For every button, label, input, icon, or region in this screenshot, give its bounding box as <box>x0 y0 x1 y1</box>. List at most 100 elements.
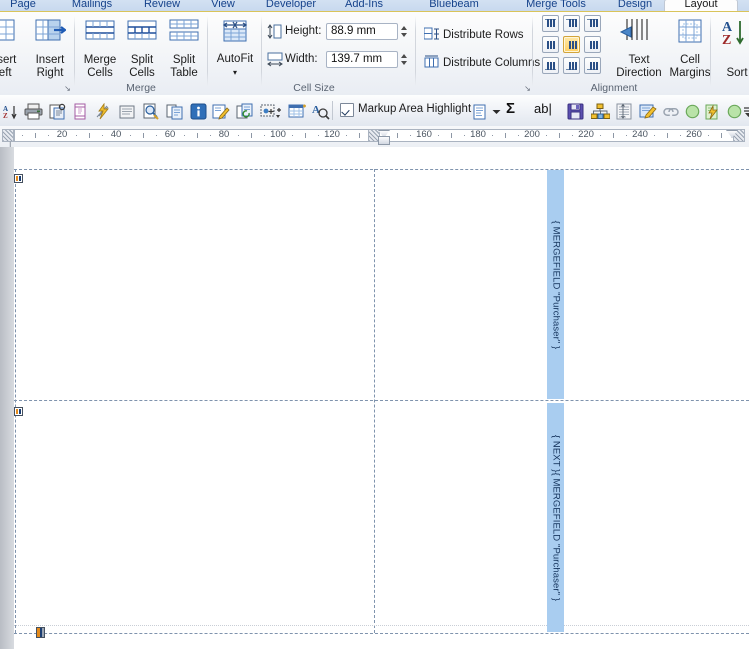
find-format-icon[interactable]: A <box>308 99 334 124</box>
split-table-label: Split Table <box>170 54 198 79</box>
table-bottom-border <box>14 633 749 634</box>
info-icon[interactable] <box>186 99 210 124</box>
save-icon[interactable] <box>563 99 589 124</box>
cell-height-icon <box>267 24 282 42</box>
autofit-button[interactable]: AutoFit ▾ <box>211 14 259 82</box>
highlight-icon[interactable] <box>635 99 661 124</box>
ruler-number-60: 60 <box>164 129 176 140</box>
ribbon-group-cell-size: AutoFit ▾ Height: 88.9 mm Width: 139.7 m… <box>209 12 540 95</box>
lightning-icon[interactable] <box>90 99 116 124</box>
cell-size-inner-sep <box>261 16 262 86</box>
cell-size-inner-sep-2 <box>415 16 416 86</box>
horizontal-ruler[interactable]: 20 40 60 80 100 120 160 180 200 220 240 … <box>0 126 749 148</box>
ruler-tick <box>505 133 506 138</box>
ruler-number-20: 20 <box>56 129 68 140</box>
align-bottom-center-button[interactable] <box>563 57 580 74</box>
page-icon[interactable] <box>114 99 140 124</box>
cell-width-input[interactable]: 139.7 mm <box>326 51 398 68</box>
markup-area-highlight-checkbox[interactable] <box>340 103 354 117</box>
ruler-dot <box>546 135 547 136</box>
insert-left-button[interactable]: Insert Left <box>0 14 26 82</box>
ruler-dot <box>238 135 239 136</box>
distribute-columns-label: Distribute Columns <box>443 57 541 69</box>
table-top-border <box>14 169 749 170</box>
table-column-split <box>374 169 375 633</box>
split-cells-button[interactable]: Split Cells <box>118 14 166 82</box>
svg-text:Z: Z <box>722 33 731 48</box>
merge-cells-button[interactable]: Merge Cells <box>76 14 124 82</box>
green-circle-icon[interactable] <box>681 99 703 124</box>
distribute-columns-button[interactable]: Distribute Columns <box>421 52 543 74</box>
split-cells-icon <box>125 18 159 49</box>
copy-format-icon[interactable] <box>162 99 188 124</box>
update-field-icon[interactable] <box>232 99 258 124</box>
align-bottom-left-button[interactable] <box>542 57 559 74</box>
group-separator-4 <box>710 16 711 86</box>
sort-label: Sort <box>726 66 748 79</box>
sort-button[interactable]: A Z Sort <box>714 14 749 82</box>
run-macro-icon[interactable] <box>701 99 725 124</box>
cell-width-stepper[interactable] <box>399 51 410 68</box>
print-icon[interactable] <box>20 99 46 124</box>
insert-left-icon <box>0 18 18 51</box>
document-dropdown-chevron-icon[interactable] <box>490 99 503 124</box>
ruler-tick <box>197 133 198 138</box>
ruler-dot <box>48 135 49 136</box>
table-move-handle-row1[interactable] <box>14 174 23 183</box>
distribute-rows-button[interactable]: Distribute Rows <box>421 24 527 46</box>
text-direction-button[interactable]: Text Direction <box>612 14 666 82</box>
merge-field-highlight-2[interactable]: { NEXT }{ MERGEFIELD "Purchaser" } <box>547 403 564 632</box>
rows-columns-dialog-launcher[interactable]: ↘ <box>63 84 72 93</box>
align-top-center-button[interactable] <box>563 15 580 32</box>
page-break-line <box>14 625 749 626</box>
distribute-columns-icon <box>424 55 439 72</box>
lines-icon[interactable] <box>611 99 637 124</box>
align-center-button[interactable] <box>563 36 580 53</box>
ribbon-group-merge: Merge Cells Split Cells Split Table Merg… <box>76 12 206 95</box>
org-chart-icon[interactable] <box>587 99 613 124</box>
align-center-left-button[interactable] <box>542 36 559 53</box>
left-gutter <box>0 147 14 649</box>
cell-margins-label: Cell Margins <box>669 54 711 79</box>
ruler-number-240: 240 <box>632 129 648 140</box>
cell-height-input[interactable]: 88.9 mm <box>326 23 398 40</box>
zoom-page-icon[interactable] <box>138 99 164 124</box>
align-top-right-button[interactable] <box>584 15 601 32</box>
ruler-dot <box>156 135 157 136</box>
align-bottom-right-button[interactable] <box>584 57 601 74</box>
insert-right-button[interactable]: Insert Right <box>26 14 74 82</box>
markup-area-highlight-label: Markup Area Highlight <box>358 103 472 115</box>
align-top-left-button[interactable] <box>542 15 559 32</box>
split-table-button[interactable]: Split Table <box>160 14 208 82</box>
align-center-right-button[interactable] <box>584 36 601 53</box>
ruler-dot <box>600 135 601 136</box>
sort-descending-icon[interactable]: A Z <box>0 99 22 124</box>
left-indent-marker[interactable] <box>378 136 390 145</box>
sigma-icon[interactable]: Σ <box>506 100 515 117</box>
page-setup-icon[interactable] <box>68 99 92 124</box>
ruler-dot <box>102 135 103 136</box>
group-separator-2 <box>207 16 208 86</box>
autofit-icon <box>220 18 250 51</box>
print-preview-icon[interactable] <box>44 99 70 124</box>
insert-merge-field-icon[interactable] <box>256 99 286 124</box>
ruler-dot <box>572 135 573 136</box>
document-dropdown-icon[interactable] <box>468 99 492 124</box>
ruler-dot <box>292 135 293 136</box>
cell-height-stepper[interactable] <box>399 23 410 40</box>
merge-field-highlight-1[interactable]: { MERGEFIELD "Purchaser" } <box>547 170 564 399</box>
table-insert-icon[interactable] <box>284 99 310 124</box>
cell-margins-button[interactable]: Cell Margins <box>664 14 716 82</box>
link-icon[interactable] <box>659 99 683 124</box>
ab-field-icon[interactable]: ab| <box>534 101 552 116</box>
table-move-handle-row2[interactable] <box>14 407 23 416</box>
cell-size-dialog-launcher[interactable]: ↘ <box>523 84 532 93</box>
ruler-dot <box>492 135 493 136</box>
edit-field-icon[interactable] <box>208 99 234 124</box>
document-page[interactable]: { MERGEFIELD "Purchaser" } { NEXT }{ MER… <box>14 147 749 649</box>
toolbar-overflow-icon[interactable] <box>740 99 749 124</box>
ruler-number-260: 260 <box>686 129 702 140</box>
ruler-dot <box>130 135 131 136</box>
insert-right-label: Insert Right <box>35 54 65 79</box>
table-resize-handle[interactable] <box>36 627 45 638</box>
